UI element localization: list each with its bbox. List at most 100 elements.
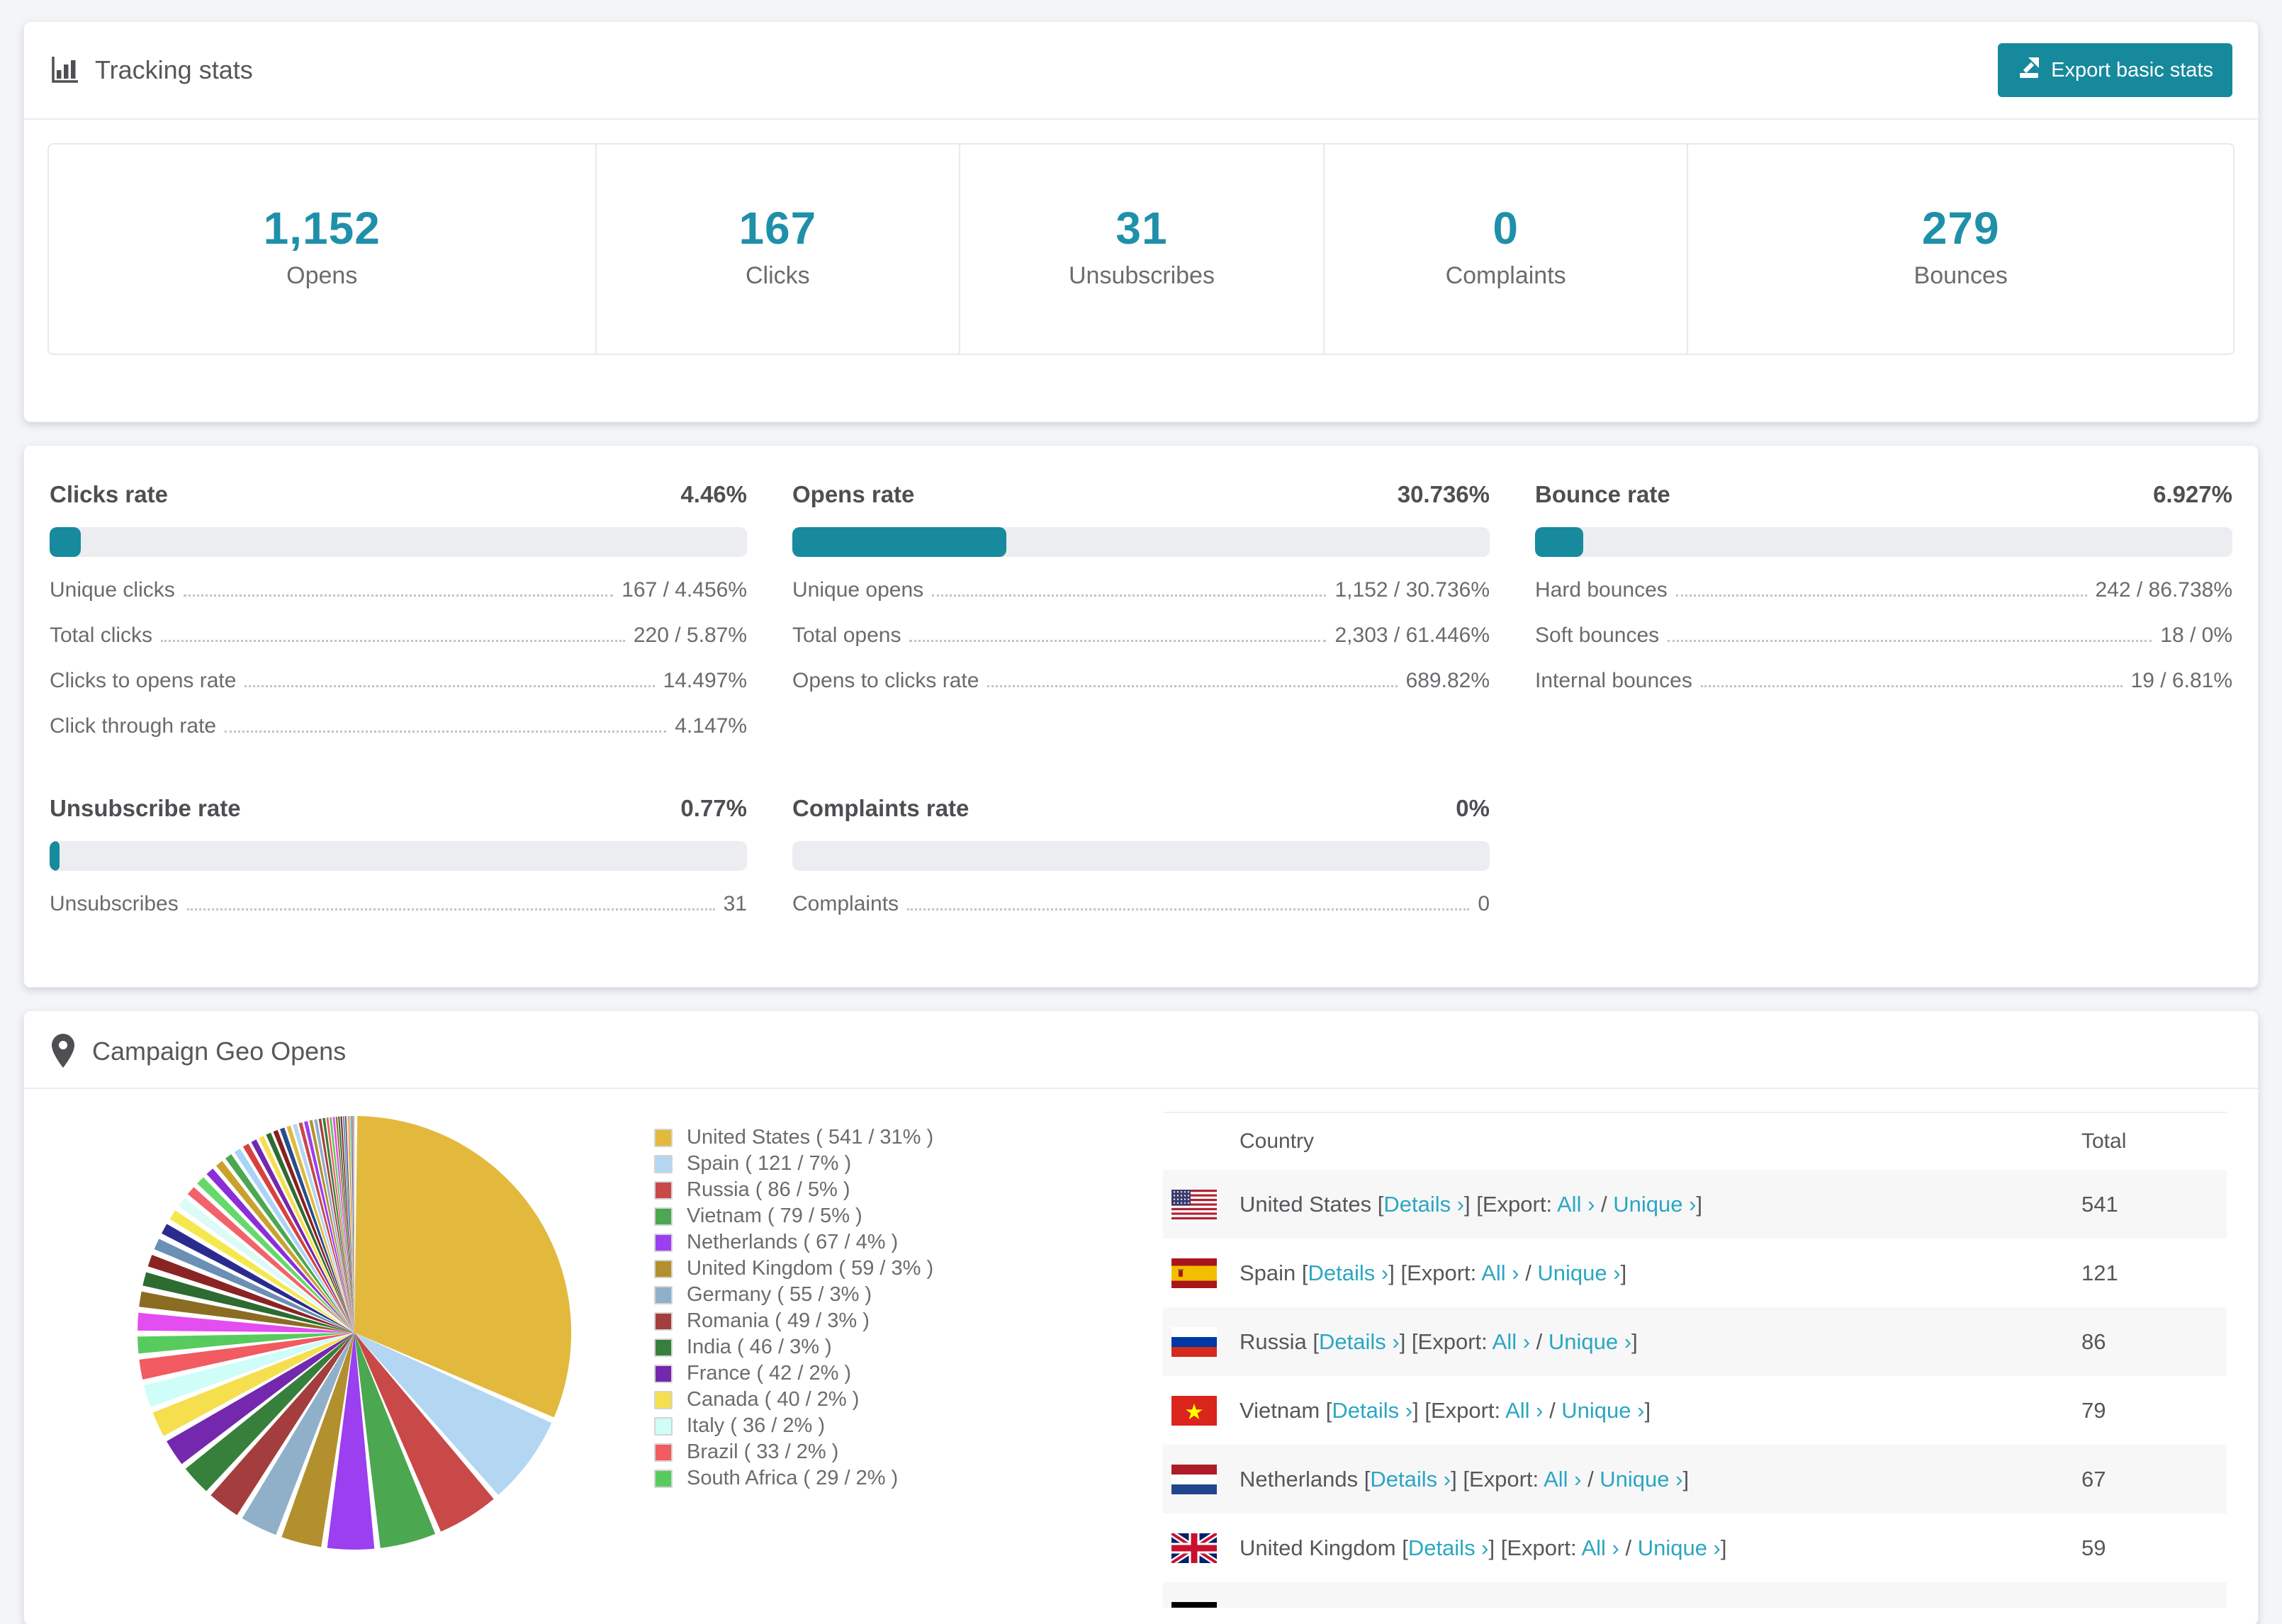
export-icon bbox=[2017, 55, 2041, 85]
details-link[interactable]: Details › bbox=[1383, 1192, 1464, 1217]
export-unique-link[interactable]: Unique › bbox=[1548, 1329, 1631, 1354]
legend-item-india: India ( 46 / 3% ) bbox=[654, 1334, 1150, 1360]
rate-value: 6.927% bbox=[2153, 481, 2232, 507]
geo-pie-chart bbox=[135, 1113, 574, 1556]
stat-value: 31 bbox=[1115, 203, 1168, 254]
gb-flag-icon bbox=[1171, 1533, 1217, 1563]
bracket: [ bbox=[1402, 1535, 1408, 1560]
legend-swatch bbox=[654, 1443, 673, 1462]
geo-table: Country Total United States [Details ›] … bbox=[1163, 1112, 2227, 1608]
dotted-leader bbox=[1700, 685, 2123, 687]
legend-label: United States ( 541 / 31% ) bbox=[687, 1126, 934, 1149]
bracket: ] bbox=[1644, 1397, 1651, 1423]
export-all-link[interactable]: All › bbox=[1557, 1192, 1595, 1217]
rate-title: Unsubscribe rate bbox=[50, 795, 241, 821]
legend-label: India ( 46 / 3% ) bbox=[687, 1336, 832, 1358]
legend-swatch bbox=[654, 1364, 673, 1383]
rate-title: Opens rate bbox=[792, 481, 915, 507]
export-unique-link[interactable]: Unique › bbox=[1613, 1192, 1696, 1217]
geo-title: Campaign Geo Opens bbox=[92, 1037, 347, 1066]
country-cell: United States [Details ›] [Export: All ›… bbox=[1217, 1192, 2074, 1217]
stat-label: Complaints bbox=[1445, 262, 1566, 289]
details-link[interactable]: Details › bbox=[1370, 1467, 1451, 1492]
geo-legend: United States ( 541 / 31% ) Spain ( 121 /… bbox=[654, 1124, 1150, 1492]
table-row-germany: Germany [Details ›] [Export: All › / Uni… bbox=[1163, 1582, 2227, 1608]
details-link[interactable]: Details › bbox=[1332, 1398, 1412, 1423]
total-cell: 55 bbox=[2074, 1604, 2227, 1608]
legend-item-russia: Russia ( 86 / 5% ) bbox=[654, 1177, 1150, 1203]
detail-row: Total opens 2,303 / 61.446% bbox=[792, 624, 1490, 648]
export-basic-stats-button[interactable]: Export basic stats bbox=[1998, 43, 2232, 97]
legend-label: France ( 42 / 2% ) bbox=[687, 1362, 852, 1385]
rate-value: 4.46% bbox=[680, 481, 747, 507]
detail-row: Unique opens 1,152 / 30.736% bbox=[792, 578, 1490, 602]
detail-row: Clicks to opens rate 14.497% bbox=[50, 669, 747, 693]
legend-item-canada: Canada ( 40 / 2% ) bbox=[654, 1387, 1150, 1413]
detail-label: Click through rate bbox=[50, 714, 217, 738]
details-link[interactable]: Details › bbox=[1342, 1604, 1423, 1608]
bracket: ] [Export: bbox=[1412, 1397, 1506, 1423]
export-unique-link[interactable]: Unique › bbox=[1572, 1604, 1655, 1608]
export-all-link[interactable]: All › bbox=[1515, 1604, 1553, 1608]
bracket: ] bbox=[1720, 1535, 1727, 1560]
export-unique-link[interactable]: Unique › bbox=[1561, 1398, 1644, 1423]
tracking-stats-card: Tracking stats Export basic stats 1,152 O… bbox=[23, 21, 2259, 422]
geo-body: United States ( 541 / 31% ) Spain ( 121 /… bbox=[24, 1089, 2258, 1608]
rates-card: Clicks rate 4.46% Unique clicks 167 / 4.456… bbox=[23, 445, 2259, 988]
dotted-leader bbox=[987, 685, 1398, 687]
bracket: ] [Export: bbox=[1388, 1260, 1482, 1285]
export-all-link[interactable]: All › bbox=[1581, 1535, 1619, 1560]
progress-bar bbox=[50, 841, 747, 871]
export-all-link[interactable]: All › bbox=[1481, 1261, 1519, 1285]
export-unique-link[interactable]: Unique › bbox=[1600, 1467, 1682, 1492]
legend-label: United Kingdom ( 59 / 3% ) bbox=[687, 1257, 934, 1280]
dotted-leader bbox=[909, 640, 1327, 642]
details-link[interactable]: Details › bbox=[1319, 1329, 1400, 1354]
slash: / bbox=[1519, 1260, 1538, 1285]
export-all-link[interactable]: All › bbox=[1505, 1398, 1543, 1423]
stat-cell-complaints: 0 Complaints bbox=[1322, 145, 1687, 354]
stat-cell-unsubscribes: 31 Unsubscribes bbox=[959, 145, 1323, 354]
legend-swatch bbox=[654, 1416, 673, 1436]
export-all-link[interactable]: All › bbox=[1544, 1467, 1581, 1492]
country-name: Russia bbox=[1240, 1329, 1313, 1354]
rate-block-clicks-rate: Clicks rate 4.46% Unique clicks 167 / 4.456… bbox=[50, 481, 747, 738]
detail-value: 1,152 / 30.736% bbox=[1334, 578, 1490, 602]
detail-label: Unsubscribes bbox=[50, 892, 179, 915]
detail-row: Unsubscribes 31 bbox=[50, 892, 747, 916]
geo-header: Campaign Geo Opens bbox=[24, 1011, 2258, 1089]
export-unique-link[interactable]: Unique › bbox=[1537, 1261, 1620, 1285]
legend-item-netherlands: Netherlands ( 67 / 4% ) bbox=[654, 1229, 1150, 1256]
bracket: ] bbox=[1620, 1260, 1627, 1285]
detail-row: Internal bounces 19 / 6.81% bbox=[1535, 669, 2232, 693]
detail-value: 19 / 6.81% bbox=[2130, 669, 2232, 692]
detail-label: Internal bounces bbox=[1535, 669, 1692, 692]
export-unique-link[interactable]: Unique › bbox=[1638, 1535, 1721, 1560]
bracket: ] [Export: bbox=[1464, 1191, 1557, 1217]
legend-swatch bbox=[654, 1312, 673, 1331]
bracket: [ bbox=[1313, 1329, 1319, 1354]
details-link[interactable]: Details › bbox=[1408, 1535, 1489, 1560]
stat-label: Clicks bbox=[745, 262, 810, 289]
table-row-vietnam: Vietnam [Details ›] [Export: All › / Uni… bbox=[1163, 1376, 2227, 1445]
detail-value: 167 / 4.456% bbox=[622, 578, 747, 602]
legend-swatch bbox=[654, 1233, 673, 1252]
rate-title: Bounce rate bbox=[1535, 481, 1670, 507]
legend-swatch bbox=[654, 1154, 673, 1173]
detail-row: Opens to clicks rate 689.82% bbox=[792, 669, 1490, 693]
details-link[interactable]: Details › bbox=[1308, 1261, 1389, 1285]
dotted-leader bbox=[244, 685, 655, 687]
detail-value: 4.147% bbox=[675, 714, 747, 738]
rate-value: 0.77% bbox=[680, 795, 747, 821]
legend-label: Italy ( 36 / 2% ) bbox=[687, 1414, 826, 1437]
dotted-leader bbox=[1668, 640, 2152, 642]
bracket: [ bbox=[1336, 1604, 1342, 1608]
detail-row: Total clicks 220 / 5.87% bbox=[50, 624, 747, 648]
total-column-header: Total bbox=[2081, 1129, 2127, 1153]
table-row-russia: Russia [Details ›] [Export: All › / Uniq… bbox=[1163, 1307, 2227, 1376]
export-all-link[interactable]: All › bbox=[1493, 1329, 1530, 1354]
detail-value: 0 bbox=[1478, 892, 1490, 915]
country-cell: Spain [Details ›] [Export: All › / Uniqu… bbox=[1217, 1261, 2074, 1286]
rate-block-bounce-rate: Bounce rate 6.927% Hard bounces 242 / 86.73… bbox=[1535, 481, 2232, 738]
dotted-leader bbox=[183, 594, 614, 597]
